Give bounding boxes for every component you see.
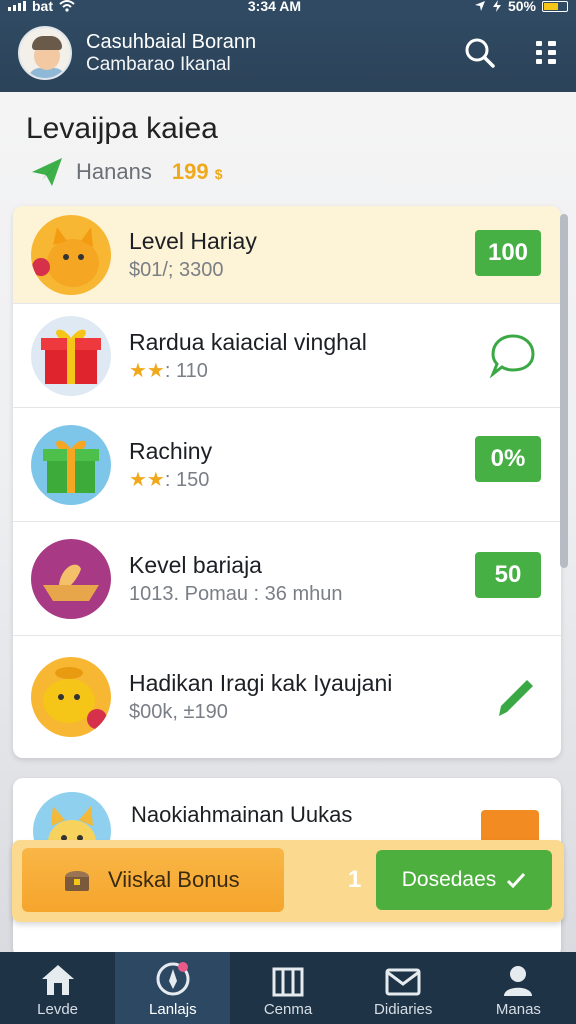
bowl-icon: [31, 538, 111, 619]
home-icon: [41, 965, 74, 995]
status-time: 3:34 AM: [247, 0, 302, 14]
chat-bubble-icon[interactable]: [489, 332, 537, 378]
tab-label: Levde: [37, 1001, 79, 1018]
item-badge[interactable]: 100: [475, 230, 541, 276]
tab-label: Didiaries: [374, 1001, 433, 1018]
menu-grid-icon[interactable]: [534, 39, 558, 67]
pencil-icon[interactable]: [493, 676, 537, 720]
item-badge[interactable]: 50: [475, 552, 541, 598]
gift-icon: [31, 315, 111, 396]
item-sub: $00k, ±190: [129, 701, 228, 723]
balance-row: Hanans 199 $: [30, 156, 222, 188]
balance-label: Hanans: [76, 159, 152, 184]
paper-plane-icon: [32, 158, 62, 186]
download-button[interactable]: Dosedaes: [376, 850, 552, 910]
pig-icon: [31, 657, 111, 737]
tab-diaries[interactable]: Didiaries: [346, 952, 461, 1024]
battery-icon: [541, 0, 568, 12]
item-name: Hadikan Iragi kak Iyaujani: [129, 670, 393, 696]
gift-icon: [31, 424, 111, 505]
wifi-icon: [59, 0, 75, 12]
bonus-bar: Viiskal Bonus 1 Dosedaes: [12, 840, 564, 922]
bonus-button[interactable]: Viiskal Bonus: [22, 848, 284, 912]
list-item[interactable]: Level Hariay $01/; 3300 100: [13, 206, 561, 304]
carrier-label: bat: [32, 0, 53, 14]
battery-percent: 50%: [507, 0, 536, 14]
download-label: Dosedaes: [401, 868, 497, 891]
building-icon: [272, 967, 304, 997]
item-sub: $01/; 3300: [129, 258, 224, 281]
charging-icon: [492, 0, 501, 12]
balance-unit: $: [214, 166, 223, 182]
scrollbar[interactable]: [560, 214, 568, 568]
tab-label: Lanlajs: [149, 1001, 197, 1018]
item-name: Kevel bariaja: [129, 551, 262, 578]
list-item[interactable]: Hadikan Iragi kak Iyaujani $00k, ±190: [13, 636, 561, 758]
cat-icon: [31, 214, 111, 295]
item-name: Naokiahmainan Uukas: [131, 802, 353, 827]
levels-list: Level Hariay $01/; 3300 100 Rardua kaiac…: [13, 206, 561, 758]
location-icon: [474, 1, 485, 11]
profile-subtitle: Cambarao Ikanal: [86, 54, 231, 75]
tab-label: Cenma: [263, 1001, 313, 1018]
item-sub: : 110: [164, 359, 208, 382]
bonus-label: Viiskal Bonus: [108, 867, 240, 892]
item-badge[interactable]: 0%: [475, 436, 541, 482]
tab-profile[interactable]: Manas: [461, 952, 576, 1024]
avatar[interactable]: [18, 26, 72, 80]
bonus-count: 1: [348, 866, 362, 893]
search-icon[interactable]: [464, 37, 496, 69]
chest-icon: [65, 871, 89, 891]
tab-label: Manas: [495, 1001, 541, 1018]
list-item[interactable]: Kevel bariaja 1013. Pomau : 36 mhun 50: [13, 522, 561, 636]
item-name: Rachiny: [129, 437, 213, 464]
profile-name: Casuhbaial Borann: [86, 31, 257, 53]
item-name: Level Hariay: [129, 227, 257, 254]
tab-cenma[interactable]: Cenma: [230, 952, 345, 1024]
item-name: Rardua kaiacial vinghal: [129, 328, 367, 355]
bottom-tab-bar: Levde Lanlajs Cenma Didiaries Manas: [0, 952, 576, 1024]
item-sub: 1013. Pomau : 36 mhun: [129, 582, 343, 605]
user-icon: [504, 966, 533, 996]
tab-levels[interactable]: Levde: [0, 952, 115, 1024]
mail-icon: [385, 968, 421, 996]
balance-value: 199: [171, 159, 209, 184]
signal-icon: [8, 1, 26, 11]
star-rating: ★★: [129, 468, 165, 491]
compass-icon: [156, 962, 190, 996]
item-sub: : 150: [164, 468, 210, 491]
app-header: Casuhbaial Borann Cambarao Ikanal: [0, 14, 576, 92]
list-item[interactable]: Rachiny ★★: 150 0%: [13, 408, 561, 522]
list-item[interactable]: Rardua kaiacial vinghal ★★: 110: [13, 304, 561, 408]
checkmark-icon: [507, 872, 526, 888]
star-rating: ★★: [129, 359, 165, 382]
page-title: Levaijpa kaiea: [26, 112, 218, 145]
status-bar: bat 3:34 AM 50%: [0, 0, 576, 14]
tab-lanlajs[interactable]: Lanlajs: [115, 952, 231, 1024]
